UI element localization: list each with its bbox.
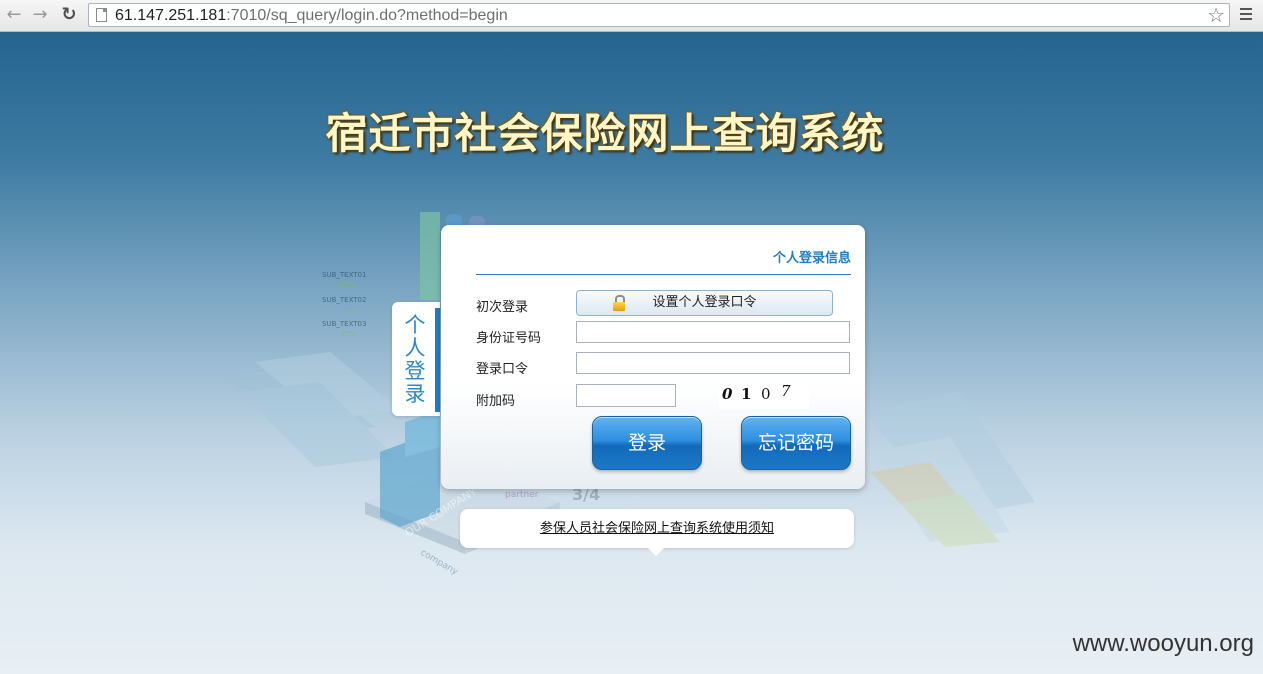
partner-label: partner xyxy=(505,490,539,500)
captcha-char-2: 1 xyxy=(741,385,752,403)
id-number-label: 身份证号码 xyxy=(476,331,542,346)
bookmark-star-icon[interactable]: ☆ xyxy=(1207,4,1225,26)
url-host: 61.147.251.181 xyxy=(115,7,227,24)
lock-icon xyxy=(613,295,625,311)
login-button[interactable]: 登录 xyxy=(592,416,702,470)
url-path: :7010/sq_query/login.do?method=begin xyxy=(226,7,508,24)
set-password-button-label: 设置个人登录口令 xyxy=(652,295,757,310)
personal-login-tab-label: 个人登录 xyxy=(404,313,426,406)
captcha-image[interactable]: 0 1 0 7 xyxy=(719,381,809,409)
address-bar[interactable]: 61.147.251.181:7010/sq_query/login.do?me… xyxy=(88,3,1230,27)
captcha-char-4: 7 xyxy=(781,382,791,400)
tab-accent-bar xyxy=(435,308,440,412)
back-arrow-icon[interactable]: ← xyxy=(3,4,25,26)
panel-heading: 个人登录信息 xyxy=(772,251,851,266)
browser-toolbar: ← → ↻ 61.147.251.181:7010/sq_query/login… xyxy=(0,0,1263,32)
stat-label-3: SUB_TEXT03 xyxy=(322,320,366,328)
company-label-2: company xyxy=(419,548,461,578)
stat-label-1: SUB_TEXT01 xyxy=(322,271,366,279)
password-input[interactable] xyxy=(576,352,850,374)
captcha-char-1: 0 xyxy=(722,385,733,403)
captcha-input[interactable] xyxy=(576,384,676,407)
panel-divider xyxy=(476,274,851,275)
notice-bubble: 参保人员社会保险网上查询系统使用须知 xyxy=(460,509,854,556)
forward-arrow-icon[interactable]: → xyxy=(29,4,51,26)
stat-label-2: SUB_TEXT02 xyxy=(322,296,366,304)
stat-value-2: 28% xyxy=(340,306,356,314)
forgot-password-button[interactable]: 忘记密码 xyxy=(741,416,851,470)
captcha-label: 附加码 xyxy=(476,394,516,409)
site-title: 宿迁市社会保险网上查询系统 xyxy=(325,109,885,158)
first-login-label: 初次登录 xyxy=(476,300,529,315)
reload-icon[interactable]: ↻ xyxy=(58,4,80,26)
url-text[interactable]: 61.147.251.181:7010/sq_query/login.do?me… xyxy=(115,6,508,26)
stat-value-3: 30% xyxy=(340,330,356,338)
watermark: www.wooyun.org xyxy=(1072,630,1254,657)
usage-notice-link[interactable]: 参保人员社会保险网上查询系统使用须知 xyxy=(540,521,774,536)
stat-value-1: 33% xyxy=(340,281,356,289)
login-panel: 个人登录信息 初次登录 设置个人登录口令 身份证号码 登录口令 附加码 0 1 … xyxy=(441,225,865,489)
captcha-char-3: 0 xyxy=(761,385,771,403)
password-label: 登录口令 xyxy=(476,362,529,377)
page-body: SUB_TEXT01 33% SUB_TEXT02 28% SUB_TEXT03… xyxy=(0,32,1263,674)
set-password-button[interactable]: 设置个人登录口令 xyxy=(576,290,833,316)
menu-icon[interactable] xyxy=(1240,8,1252,22)
personal-login-tab[interactable]: 个人登录 xyxy=(392,302,440,416)
id-number-input[interactable] xyxy=(576,321,850,343)
page-icon xyxy=(96,8,107,22)
